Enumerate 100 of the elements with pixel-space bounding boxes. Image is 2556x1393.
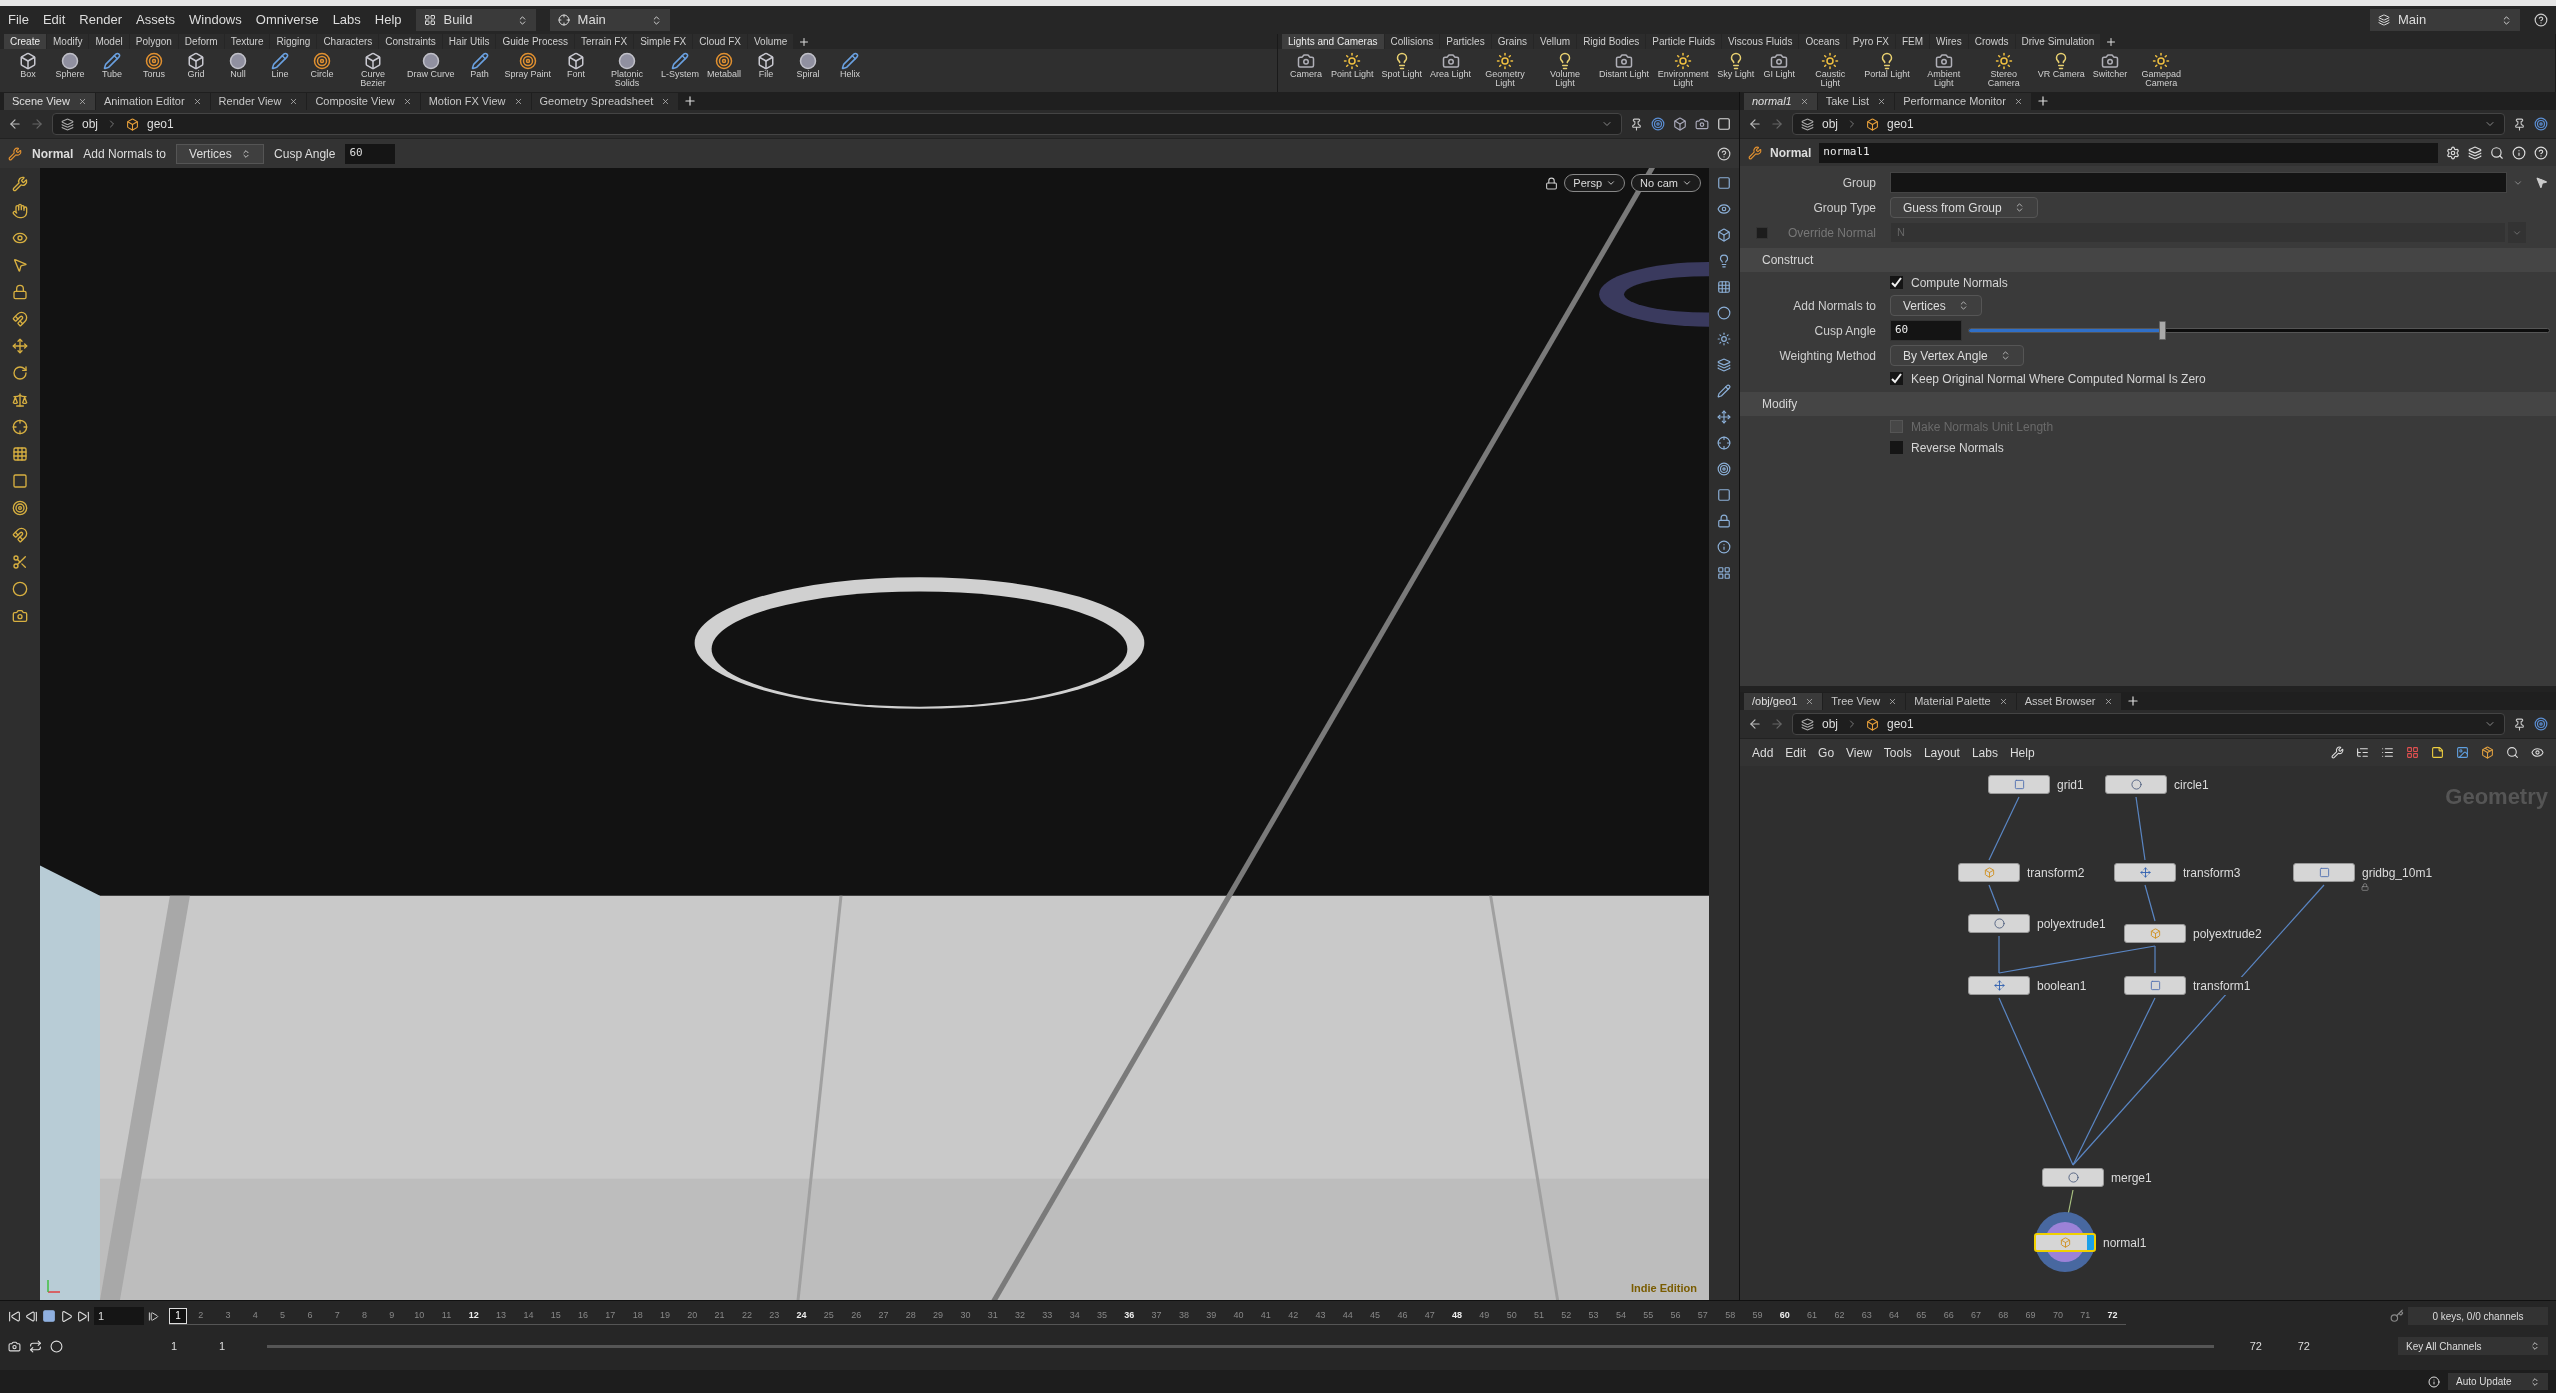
shelf-tab[interactable]: Rigid Bodies	[1577, 34, 1646, 49]
path-bar[interactable]: obj geo1	[52, 113, 1622, 135]
slider-handle[interactable]	[2159, 321, 2167, 340]
shelf-tool[interactable]: Area Light	[1427, 52, 1475, 79]
network-node[interactable]	[2124, 976, 2186, 995]
help-icon[interactable]	[2534, 145, 2548, 160]
workspace-menu[interactable]: Main	[549, 9, 670, 31]
back-icon[interactable]	[8, 117, 22, 131]
shelf-tool[interactable]: Distant Light	[1596, 52, 1653, 79]
close-icon[interactable]	[289, 97, 299, 106]
shelf-tab[interactable]: Cloud FX	[693, 34, 747, 49]
info-icon[interactable]	[1717, 540, 1731, 554]
pin-icon[interactable]	[1630, 117, 1643, 131]
back-icon[interactable]	[1748, 117, 1762, 131]
shelf-tab[interactable]: Modify	[47, 34, 89, 49]
menu-button[interactable]: Vertices	[176, 143, 265, 164]
shelf-tab[interactable]: Characters	[317, 34, 379, 49]
scissors-icon[interactable]	[12, 554, 28, 570]
shelf-tool[interactable]: Geometry Light	[1476, 52, 1535, 88]
menu-item[interactable]: Assets	[136, 10, 175, 30]
path-bar[interactable]: obj geo1	[1792, 713, 2505, 735]
menu-item[interactable]: Help	[2009, 743, 2035, 762]
menu-item[interactable]: Go	[1818, 743, 1835, 762]
shelf-tool[interactable]: Tube	[92, 52, 132, 79]
move-icon[interactable]	[12, 338, 28, 354]
wrench-icon[interactable]	[8, 146, 22, 161]
path-item[interactable]: obj	[1822, 115, 1838, 133]
shelf-tab[interactable]: Create	[4, 34, 46, 49]
help-icon[interactable]	[2534, 13, 2548, 27]
shelf-tool[interactable]: Draw Curve	[404, 52, 458, 79]
tree-icon[interactable]	[2356, 746, 2369, 759]
cube-icon[interactable]	[1717, 228, 1731, 242]
shelf-tab[interactable]: Model	[89, 34, 129, 49]
group-field[interactable]	[1890, 172, 2507, 193]
network-node[interactable]	[2042, 1168, 2104, 1187]
network-node[interactable]	[2034, 1233, 2096, 1252]
back-icon[interactable]	[1748, 717, 1762, 731]
shelf-tool[interactable]: Helix	[830, 52, 871, 79]
menu-item[interactable]: Help	[374, 10, 402, 30]
eye-icon[interactable]	[1717, 202, 1731, 216]
play-icon[interactable]	[60, 1309, 73, 1323]
help-icon[interactable]	[1717, 146, 1731, 161]
lock-icon[interactable]	[12, 284, 28, 300]
menu-item[interactable]: Add	[1752, 743, 1774, 762]
angle-field[interactable]: 60	[345, 143, 396, 164]
shelf-tab[interactable]: Hair Utils	[442, 34, 496, 49]
shelf-tool[interactable]: Line	[260, 52, 300, 79]
shelf-tool[interactable]: Box	[8, 52, 48, 79]
menu-item[interactable]: Edit	[1785, 743, 1807, 762]
key-all-button[interactable]: Key All Channels	[2398, 1337, 2548, 1355]
crosshair-icon[interactable]	[12, 419, 28, 435]
pane-tab[interactable]: Material Palette	[1906, 693, 2016, 710]
shelf-tool[interactable]: Null	[218, 52, 258, 79]
note-icon[interactable]	[2431, 746, 2444, 759]
camera-icon[interactable]	[12, 608, 28, 624]
pane-tab[interactable]: Animation Editor	[95, 93, 210, 110]
move-icon[interactable]	[1717, 410, 1731, 424]
shelf-tab[interactable]: Deform	[178, 34, 224, 49]
network-node[interactable]	[1968, 914, 2030, 933]
name-field[interactable]: normal1	[1819, 142, 2438, 163]
shelf-tab[interactable]: Terrain FX	[575, 34, 634, 49]
shelf-tool[interactable]: Grid	[176, 52, 216, 79]
close-icon[interactable]	[192, 97, 202, 106]
lightbulb-icon[interactable]	[1717, 254, 1731, 268]
close-icon[interactable]	[1805, 697, 1815, 706]
path-item[interactable]: geo1	[147, 115, 174, 133]
pane-tab[interactable]: Render View	[210, 93, 307, 110]
camera-icon[interactable]	[1695, 117, 1709, 131]
list-icon[interactable]	[2381, 746, 2394, 759]
close-icon[interactable]	[1998, 697, 2008, 706]
shelf-tool[interactable]: Caustic Light	[1801, 52, 1860, 88]
shelf-tool[interactable]: Font	[556, 52, 597, 79]
menu-button[interactable]: By Vertex Angle	[1890, 345, 2024, 366]
shelf-tool[interactable]: Platonic Solids	[598, 52, 657, 88]
shelf-tab[interactable]: Particle Fluids	[1646, 34, 1722, 49]
shelf-tab[interactable]: Vellum	[1534, 34, 1577, 49]
eye-icon[interactable]	[12, 230, 28, 246]
add-tab-icon[interactable]	[2105, 35, 2118, 48]
shelf-tool[interactable]: Curve Bezier	[344, 52, 402, 88]
shelf-tab[interactable]: Collisions	[1384, 34, 1440, 49]
playback-start[interactable]: 1	[219, 1337, 259, 1355]
pane-tab[interactable]: Performance Monitor	[1895, 93, 2031, 110]
wrench-icon[interactable]	[12, 176, 28, 192]
shelf-tool[interactable]: Sphere	[50, 52, 90, 79]
shelf-tab[interactable]: Wires	[1930, 34, 1968, 49]
cube-icon[interactable]	[1673, 117, 1687, 131]
menu-button[interactable]: Vertices	[1890, 295, 1982, 316]
layout-icon[interactable]	[1717, 566, 1731, 580]
square-icon[interactable]	[1717, 176, 1731, 190]
menu-item[interactable]: Labs	[332, 10, 361, 30]
target-icon[interactable]	[2534, 717, 2548, 731]
shelf-tool[interactable]: File	[746, 52, 787, 79]
update-mode-button[interactable]: Auto Update	[2448, 1373, 2548, 1390]
shelf-tab[interactable]: FEM	[1896, 34, 1930, 49]
shelf-tool[interactable]: GI Light	[1759, 52, 1800, 79]
pointer-icon[interactable]	[12, 257, 28, 273]
pane-tab[interactable]: Tree View	[1823, 693, 1906, 710]
wrench-icon[interactable]	[1748, 145, 1762, 160]
menu-item[interactable]: Layout	[1923, 743, 1960, 762]
close-icon[interactable]	[2103, 697, 2113, 706]
